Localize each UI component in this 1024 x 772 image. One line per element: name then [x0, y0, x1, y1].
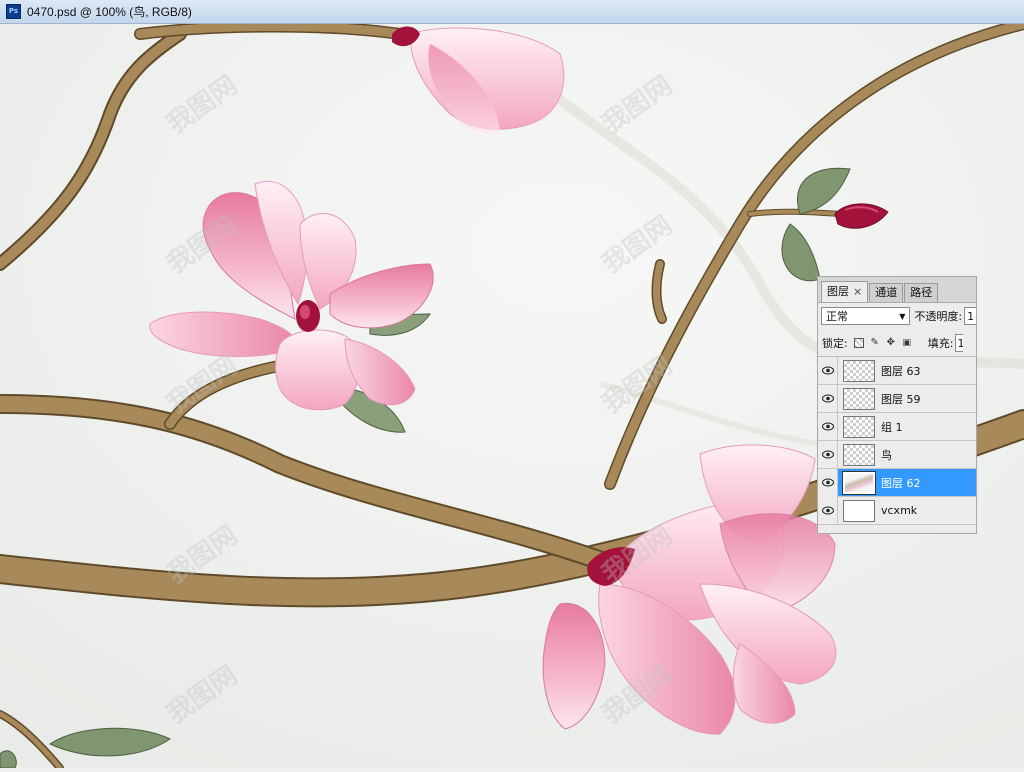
lock-move-icon[interactable]: ✥ [886, 337, 896, 348]
lock-all-icon[interactable]: ▣ [902, 338, 912, 348]
layer-list: 图层 63 图层 59 组 1 鸟 图层 62 vcxmk [818, 356, 976, 525]
dropdown-arrow-icon: ▼ [899, 311, 906, 321]
stamen-highlight [300, 305, 310, 319]
layer-thumbnail [843, 359, 875, 382]
blend-mode-select[interactable]: 正常 ▼ [821, 307, 911, 325]
layer-row-63[interactable]: 图层 63 [818, 356, 976, 385]
blend-mode-value: 正常 [826, 310, 848, 323]
tab-layers[interactable]: 图层 × [821, 281, 869, 302]
layer-thumbnail [843, 415, 875, 438]
document-title-bar: Ps 0470.psd @ 100% (鸟, RGB/8) [0, 0, 1024, 24]
layer-thumbnail [843, 443, 875, 466]
visibility-eye-icon[interactable] [818, 356, 838, 385]
tab-close-icon[interactable]: × [853, 285, 862, 298]
opacity-input[interactable]: 1 [964, 307, 976, 325]
layer-row-bird[interactable]: 鸟 [818, 440, 976, 469]
fill-label: 填充: [927, 336, 954, 350]
branch-bud-twig-fill [748, 209, 842, 216]
layer-thumbnail [843, 499, 875, 522]
tab-layers-label: 图层 [827, 285, 849, 298]
visibility-eye-icon[interactable] [818, 384, 838, 413]
visibility-eye-icon[interactable] [818, 412, 838, 441]
layer-row-62[interactable]: 图层 62 [818, 468, 976, 497]
layer-name: 组 1 [881, 420, 903, 434]
visibility-eye-icon[interactable] [818, 468, 838, 497]
layer-name: 图层 59 [881, 392, 921, 406]
layer-name: 图层 63 [881, 364, 921, 378]
layer-thumbnail [843, 387, 875, 410]
layer-row-group-1[interactable]: 组 1 [818, 412, 976, 441]
fill-input[interactable]: 1 [955, 333, 964, 352]
layer-name: 图层 62 [881, 476, 921, 490]
layer-name: 鸟 [881, 448, 892, 462]
layer-name: vcxmk [881, 504, 918, 517]
layer-thumbnail [842, 470, 876, 495]
layer-row-vcxmk[interactable]: vcxmk [818, 496, 976, 525]
tab-paths[interactable]: 路径 [904, 283, 939, 302]
opacity-label: 不透明度: [914, 310, 963, 323]
lock-brush-icon[interactable]: ✎ [870, 337, 880, 348]
visibility-eye-icon[interactable] [818, 496, 838, 525]
lock-row: 锁定: ✎ ✥ ▣ 填充: 1 [818, 329, 976, 357]
tab-channels[interactable]: 通道 [869, 283, 904, 302]
lock-transparency-icon[interactable] [853, 337, 864, 348]
blend-row: 正常 ▼ 不透明度: 1 [818, 303, 976, 329]
lock-label: 锁定: [822, 336, 848, 350]
visibility-eye-icon[interactable] [818, 440, 838, 469]
layer-row-59[interactable]: 图层 59 [818, 384, 976, 413]
document-title: 0470.psd @ 100% (鸟, RGB/8) [27, 5, 192, 19]
panel-tabs: 图层 × 通道 路径 [818, 277, 976, 303]
layers-panel: 图层 × 通道 路径 正常 ▼ 不透明度: 1 锁定: ✎ ✥ ▣ 填充: 1 图… [817, 276, 977, 534]
photoshop-app-icon: Ps [6, 4, 21, 19]
